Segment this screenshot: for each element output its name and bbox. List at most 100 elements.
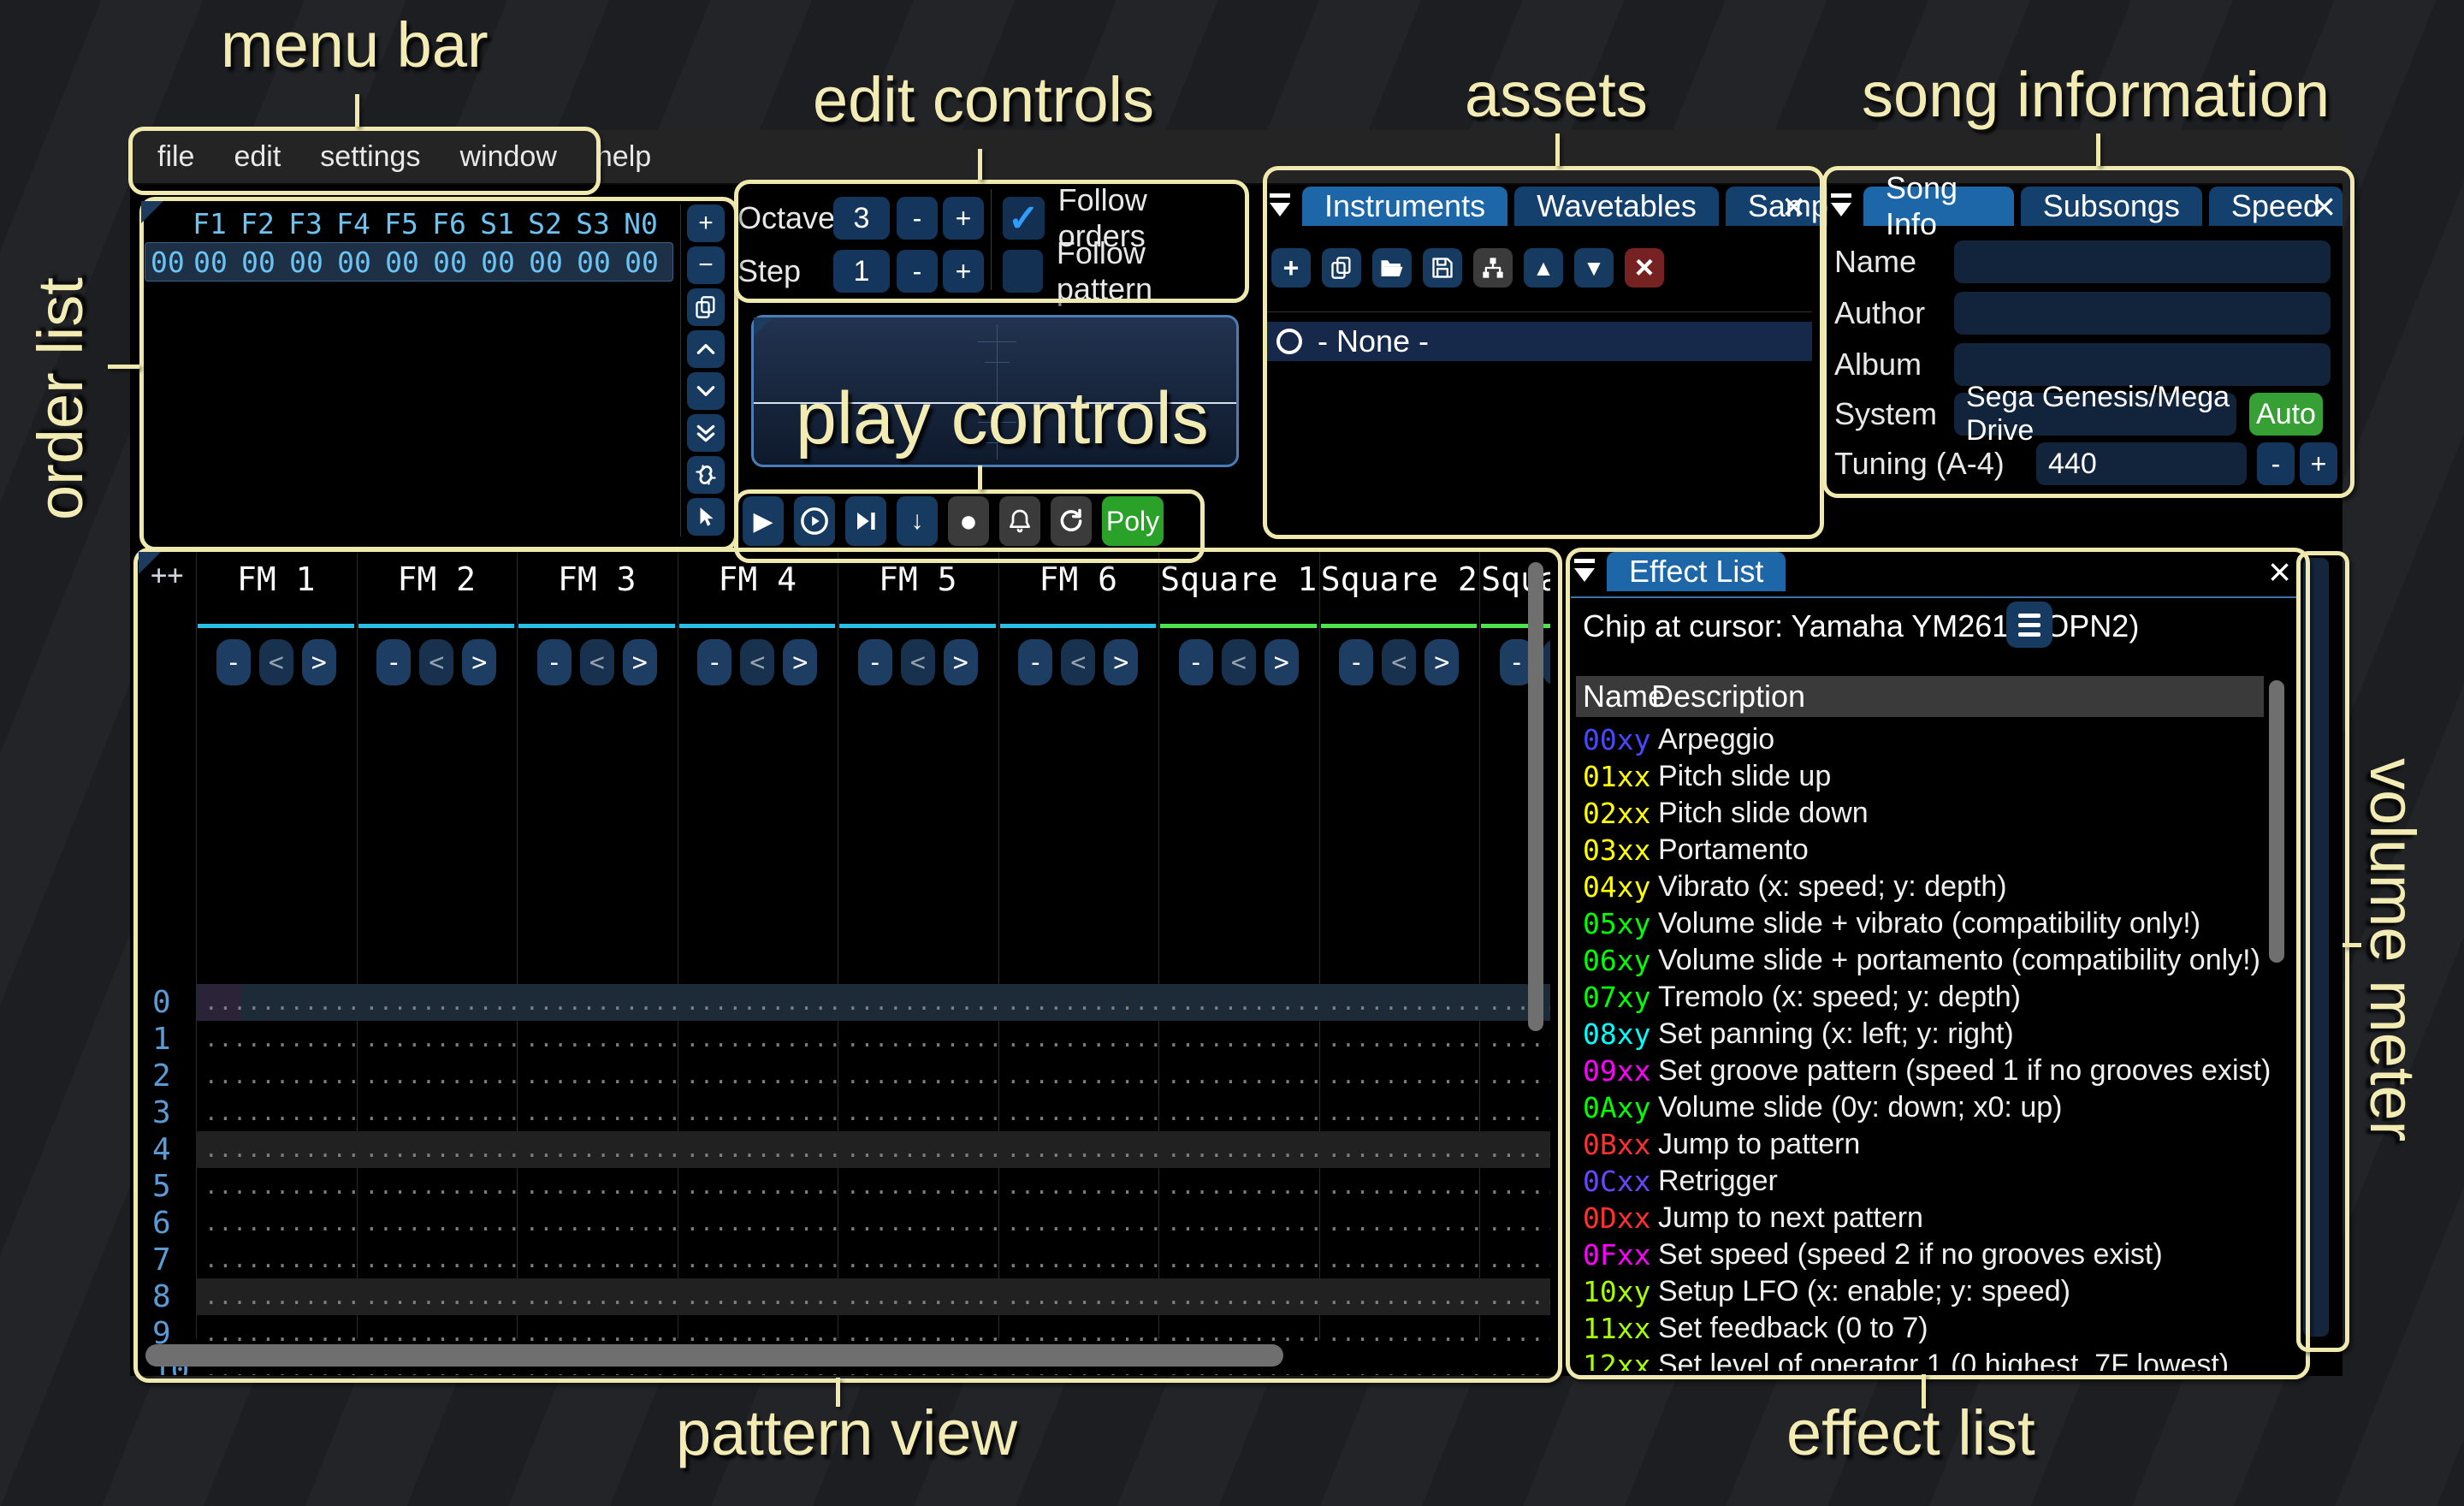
metronome-button[interactable] bbox=[999, 496, 1040, 546]
channel-next-button[interactable]: > bbox=[1424, 639, 1459, 685]
pattern-cell[interactable]: ........... bbox=[357, 1064, 518, 1089]
move-asset-up-button[interactable]: ▲ bbox=[1524, 248, 1563, 288]
effect-row[interactable]: 06xyVolume slide + portamento (compatibi… bbox=[1576, 942, 2293, 979]
instrument-list-item[interactable]: - None - bbox=[1266, 322, 1812, 361]
add-order-button[interactable]: + bbox=[687, 205, 725, 242]
pattern-cell[interactable]: ........... bbox=[1479, 1358, 1550, 1376]
repeat-pattern-button[interactable] bbox=[1051, 496, 1092, 546]
pattern-cell[interactable]: ........... bbox=[196, 1211, 357, 1236]
pattern-cell[interactable]: ........... bbox=[1319, 1027, 1480, 1052]
pattern-cell[interactable]: ........... bbox=[1319, 1211, 1480, 1236]
asset-directory-view-button[interactable] bbox=[1473, 248, 1513, 288]
pattern-cell[interactable]: ........... bbox=[1158, 1137, 1319, 1163]
pattern-cell[interactable]: ........... bbox=[357, 1321, 518, 1347]
pattern-cell[interactable]: ........... bbox=[678, 1137, 838, 1163]
octave-decrease-button[interactable]: - bbox=[897, 197, 938, 240]
pattern-cell[interactable]: ........... bbox=[838, 1100, 998, 1126]
channel-collapse-button[interactable]: - bbox=[697, 639, 732, 685]
pattern-cell[interactable]: ........... bbox=[998, 1321, 1159, 1347]
pattern-cell[interactable]: ........... bbox=[998, 990, 1159, 1016]
effect-list-menu-button[interactable] bbox=[2006, 602, 2052, 648]
pattern-cell[interactable]: ........... bbox=[1319, 1064, 1480, 1089]
pattern-cell[interactable]: ........... bbox=[357, 1174, 518, 1200]
tab-instruments[interactable]: Instruments bbox=[1302, 187, 1507, 226]
effect-row[interactable]: 12xxSet level of operator 1 (0 highest, … bbox=[1576, 1347, 2293, 1371]
effect-row[interactable]: 09xxSet groove pattern (speed 1 if no gr… bbox=[1576, 1052, 2293, 1089]
order-cell[interactable]: 00 bbox=[570, 246, 618, 279]
pattern-cell[interactable]: ........... bbox=[196, 1248, 357, 1273]
author-field[interactable] bbox=[1954, 292, 2331, 335]
pattern-cell[interactable]: ........... bbox=[1158, 1248, 1319, 1273]
channel-prev-button[interactable]: < bbox=[580, 639, 614, 685]
channel-prev-button[interactable]: < bbox=[1061, 639, 1095, 685]
channel-collapse-button[interactable]: - bbox=[537, 639, 572, 685]
duplicate-order-button[interactable] bbox=[687, 288, 725, 326]
pattern-cell[interactable]: ........... bbox=[1319, 1100, 1480, 1126]
channel-header-fm-6[interactable]: FM 6-<> bbox=[998, 552, 1159, 689]
pattern-cell[interactable]: ........... bbox=[838, 1027, 998, 1052]
effect-row[interactable]: 07xyTremolo (x: speed; y: depth) bbox=[1576, 979, 2293, 1016]
menu-item-file[interactable]: file bbox=[157, 140, 194, 174]
pattern-cell[interactable]: ........... bbox=[1479, 1248, 1550, 1273]
collapse-icon[interactable] bbox=[1571, 552, 1600, 591]
play-from-cursor-button[interactable] bbox=[794, 496, 835, 546]
channel-collapse-button[interactable]: - bbox=[1018, 639, 1052, 685]
pattern-cell[interactable]: ........... bbox=[196, 1027, 357, 1052]
channel-header-square-2[interactable]: Square 2-<> bbox=[1319, 552, 1480, 689]
pattern-cell[interactable]: ........... bbox=[517, 1174, 678, 1200]
pattern-cell[interactable]: ........... bbox=[517, 1100, 678, 1126]
pattern-cell[interactable]: ........... bbox=[1158, 1284, 1319, 1310]
pattern-cell[interactable]: ........... bbox=[357, 1248, 518, 1273]
channel-header-fm-2[interactable]: FM 2-<> bbox=[357, 552, 518, 689]
pattern-cell[interactable]: ........... bbox=[678, 1248, 838, 1273]
pattern-cell[interactable]: ........... bbox=[357, 1137, 518, 1163]
effect-row[interactable]: 01xxPitch slide up bbox=[1576, 758, 2293, 795]
effect-row[interactable]: 08xySet panning (x: left; y: right) bbox=[1576, 1016, 2293, 1052]
octave-value[interactable]: 3 bbox=[833, 197, 890, 240]
tuning-field[interactable]: 440 bbox=[2036, 442, 2247, 485]
effect-row[interactable]: 11xxSet feedback (0 to 7) bbox=[1576, 1310, 2293, 1347]
pattern-cell[interactable]: ........... bbox=[998, 1211, 1159, 1236]
save-asset-button[interactable] bbox=[1423, 248, 1462, 288]
pattern-row[interactable]: 6.......................................… bbox=[139, 1205, 1550, 1242]
step-increase-button[interactable]: + bbox=[943, 250, 984, 293]
pattern-cell[interactable]: ........... bbox=[196, 1137, 357, 1163]
pattern-cell[interactable]: ........... bbox=[196, 1284, 357, 1310]
channel-header-square-1[interactable]: Square 1-<> bbox=[1158, 552, 1319, 689]
name-field[interactable] bbox=[1954, 240, 2331, 283]
effect-row[interactable]: 10xySetup LFO (x: enable; y: speed) bbox=[1576, 1273, 2293, 1310]
pattern-options-button[interactable]: ++ bbox=[151, 559, 184, 591]
effect-row[interactable]: 02xxPitch slide down bbox=[1576, 795, 2293, 832]
clone-asset-button[interactable] bbox=[1322, 248, 1361, 288]
effect-row[interactable]: 0BxxJump to pattern bbox=[1576, 1126, 2293, 1163]
collapse-icon[interactable] bbox=[1266, 187, 1295, 226]
pattern-cell[interactable]: ........... bbox=[998, 1137, 1159, 1163]
pattern-cell[interactable]: ........... bbox=[998, 1248, 1159, 1273]
pattern-cell[interactable]: ........... bbox=[517, 1064, 678, 1089]
effect-row[interactable]: 0FxxSet speed (speed 2 if no grooves exi… bbox=[1576, 1236, 2293, 1273]
pattern-cell[interactable]: ........... bbox=[998, 1064, 1159, 1089]
order-cell[interactable]: 00 bbox=[378, 246, 426, 279]
pattern-cell[interactable]: ........... bbox=[678, 1100, 838, 1126]
pattern-cell[interactable]: ........... bbox=[357, 990, 518, 1016]
pattern-cell[interactable]: ........... bbox=[1479, 1027, 1550, 1052]
menu-item-edit[interactable]: edit bbox=[234, 140, 281, 174]
pattern-cell[interactable]: ........... bbox=[517, 1284, 678, 1310]
channel-next-button[interactable]: > bbox=[1265, 639, 1299, 685]
pattern-cell[interactable]: ........... bbox=[678, 1064, 838, 1089]
tab-subsongs[interactable]: Subsongs bbox=[2021, 187, 2202, 226]
order-cell[interactable]: 00 bbox=[618, 246, 666, 279]
channel-prev-button[interactable]: < bbox=[901, 639, 935, 685]
pattern-cell[interactable]: ........... bbox=[1319, 1321, 1480, 1347]
channel-next-button[interactable]: > bbox=[1104, 639, 1138, 685]
system-select[interactable]: Sega Genesis/Mega Drive bbox=[1954, 393, 2236, 436]
pattern-cell[interactable]: ........... bbox=[1479, 1137, 1550, 1163]
pattern-cell[interactable]: ........... bbox=[1319, 990, 1480, 1016]
pattern-cell[interactable]: ........... bbox=[678, 1174, 838, 1200]
collapse-icon[interactable] bbox=[1827, 187, 1857, 226]
pattern-cell[interactable]: ........... bbox=[517, 1211, 678, 1236]
close-icon[interactable]: × bbox=[2268, 552, 2291, 591]
remove-order-button[interactable]: − bbox=[687, 246, 725, 284]
pattern-cell[interactable]: ........... bbox=[196, 1321, 357, 1347]
effect-row[interactable]: 00xyArpeggio bbox=[1576, 721, 2293, 758]
